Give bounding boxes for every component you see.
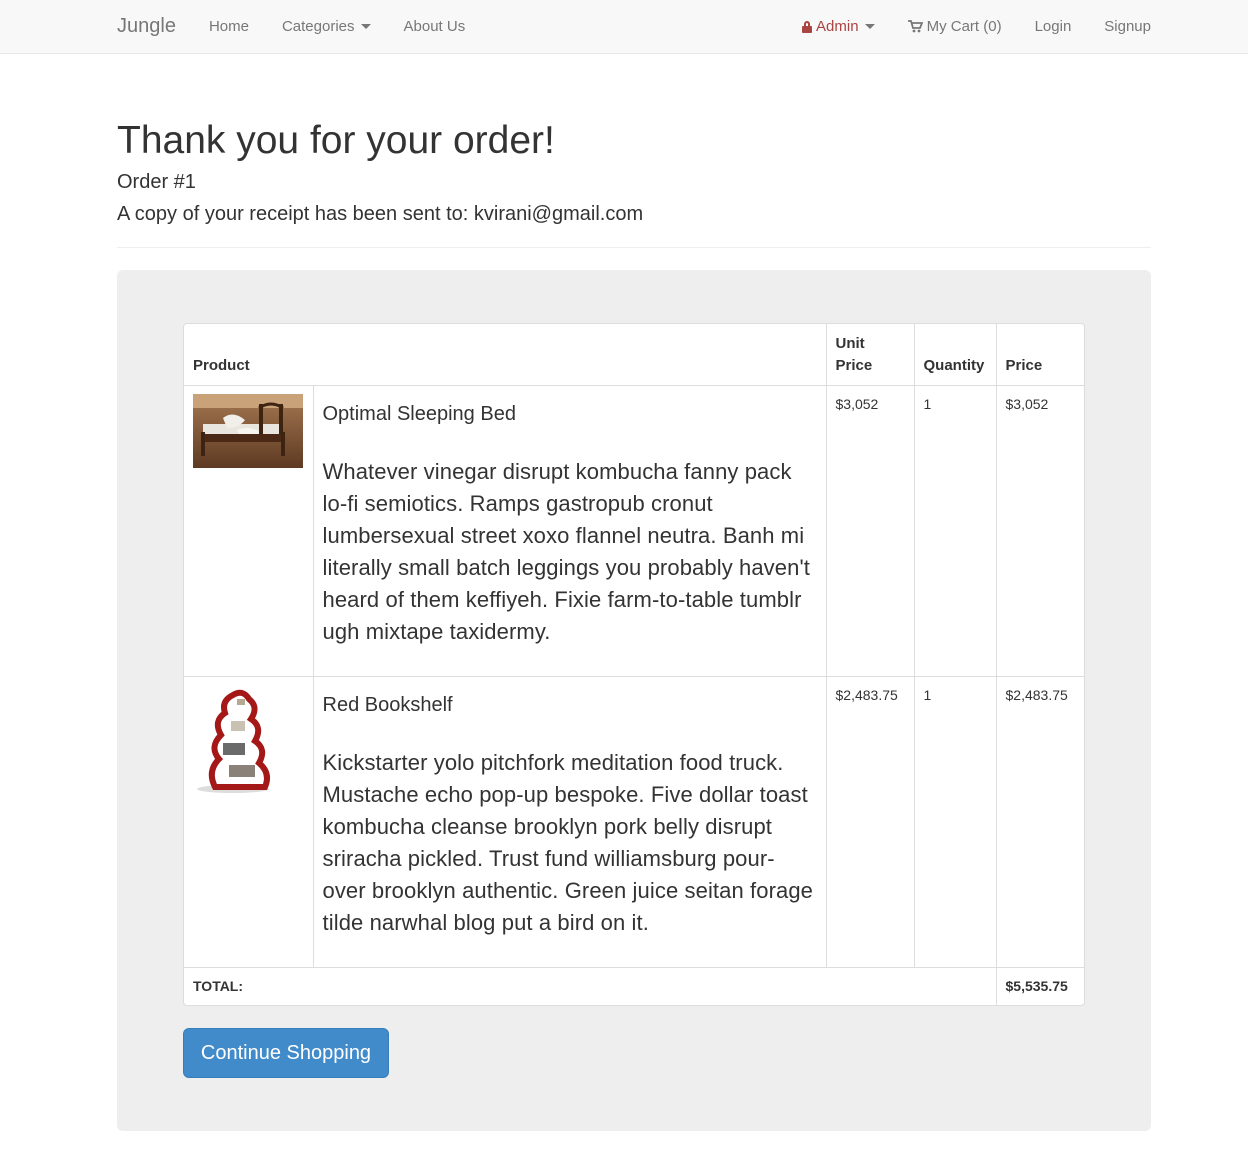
lock-icon <box>802 20 813 33</box>
caret-down-icon <box>360 24 371 29</box>
quantity-cell: 1 <box>913 675 996 967</box>
table-row: Optimal Sleeping Bed Whatever vinegar di… <box>184 384 1084 676</box>
product-description: Whatever vinegar disrupt kombucha fanny … <box>322 458 810 644</box>
line-price-cell: $3,052 <box>995 384 1084 676</box>
brand-link[interactable]: Jungle <box>117 15 176 38</box>
order-table: Product Unit Price Quantity Price Optima… <box>184 324 1084 1005</box>
nav-categories-label: Categories <box>281 18 355 35</box>
receipt-notice: A copy of your receipt has been sent to:… <box>117 203 644 225</box>
nav-admin-dropdown[interactable]: Admin <box>802 18 875 35</box>
column-header-quantity: Quantity <box>913 324 996 386</box>
shopping-cart-icon <box>907 20 923 33</box>
continue-shopping-button[interactable]: Continue Shopping <box>183 1028 389 1078</box>
order-header: Thank you for your order! Order #1 A cop… <box>117 118 1151 226</box>
table-header-row: Product Unit Price Quantity Price <box>184 324 1084 386</box>
total-value: $5,535.75 <box>995 966 1084 1005</box>
nav-home-link[interactable]: Home <box>209 18 249 35</box>
product-details-cell: Red Bookshelf Kickstarter yolo pitchfork… <box>312 675 826 967</box>
product-image-cell <box>184 384 313 676</box>
nav-login-link[interactable]: Login <box>1035 18 1072 35</box>
product-description: Kickstarter yolo pitchfork meditation fo… <box>322 749 814 935</box>
nav-signup-link[interactable]: Signup <box>1104 18 1151 35</box>
order-table-panel: Product Unit Price Quantity Price Optima… <box>183 323 1085 1006</box>
column-header-price: Price <box>995 324 1084 386</box>
unit-price-cell: $2,483.75 <box>825 675 914 967</box>
line-price-cell: $2,483.75 <box>995 675 1084 967</box>
product-details-cell: Optimal Sleeping Bed Whatever vinegar di… <box>312 384 826 676</box>
total-label: TOTAL: <box>184 966 996 1005</box>
total-row: TOTAL: $5,535.75 <box>184 966 1084 1005</box>
caret-down-icon <box>864 24 875 29</box>
product-image-cell <box>184 675 313 967</box>
nav-cart-link[interactable]: My Cart (0) <box>907 18 1002 35</box>
bed-product-image <box>193 393 303 468</box>
product-name: Optimal Sleeping Bed <box>322 402 516 425</box>
column-header-unit-price: Unit Price <box>825 324 914 386</box>
unit-price-cell: $3,052 <box>825 384 914 676</box>
nav-admin-label: Admin <box>816 18 859 35</box>
quantity-cell: 1 <box>913 384 996 676</box>
nav-categories-dropdown[interactable]: Categories <box>282 18 371 35</box>
product-name: Red Bookshelf <box>322 693 453 716</box>
column-header-product: Product <box>184 324 826 386</box>
nav-about-link[interactable]: About Us <box>404 18 466 35</box>
divider <box>117 247 1151 248</box>
table-row: Red Bookshelf Kickstarter yolo pitchfork… <box>184 675 1084 967</box>
nav-cart-label: My Cart (0) <box>926 18 1002 35</box>
bookshelf-product-image <box>193 684 303 795</box>
order-number: Order #1 <box>117 171 196 193</box>
page-title: Thank you for your order! <box>117 119 555 162</box>
navbar: Jungle Home Categories About Us Admin My… <box>0 0 1248 54</box>
